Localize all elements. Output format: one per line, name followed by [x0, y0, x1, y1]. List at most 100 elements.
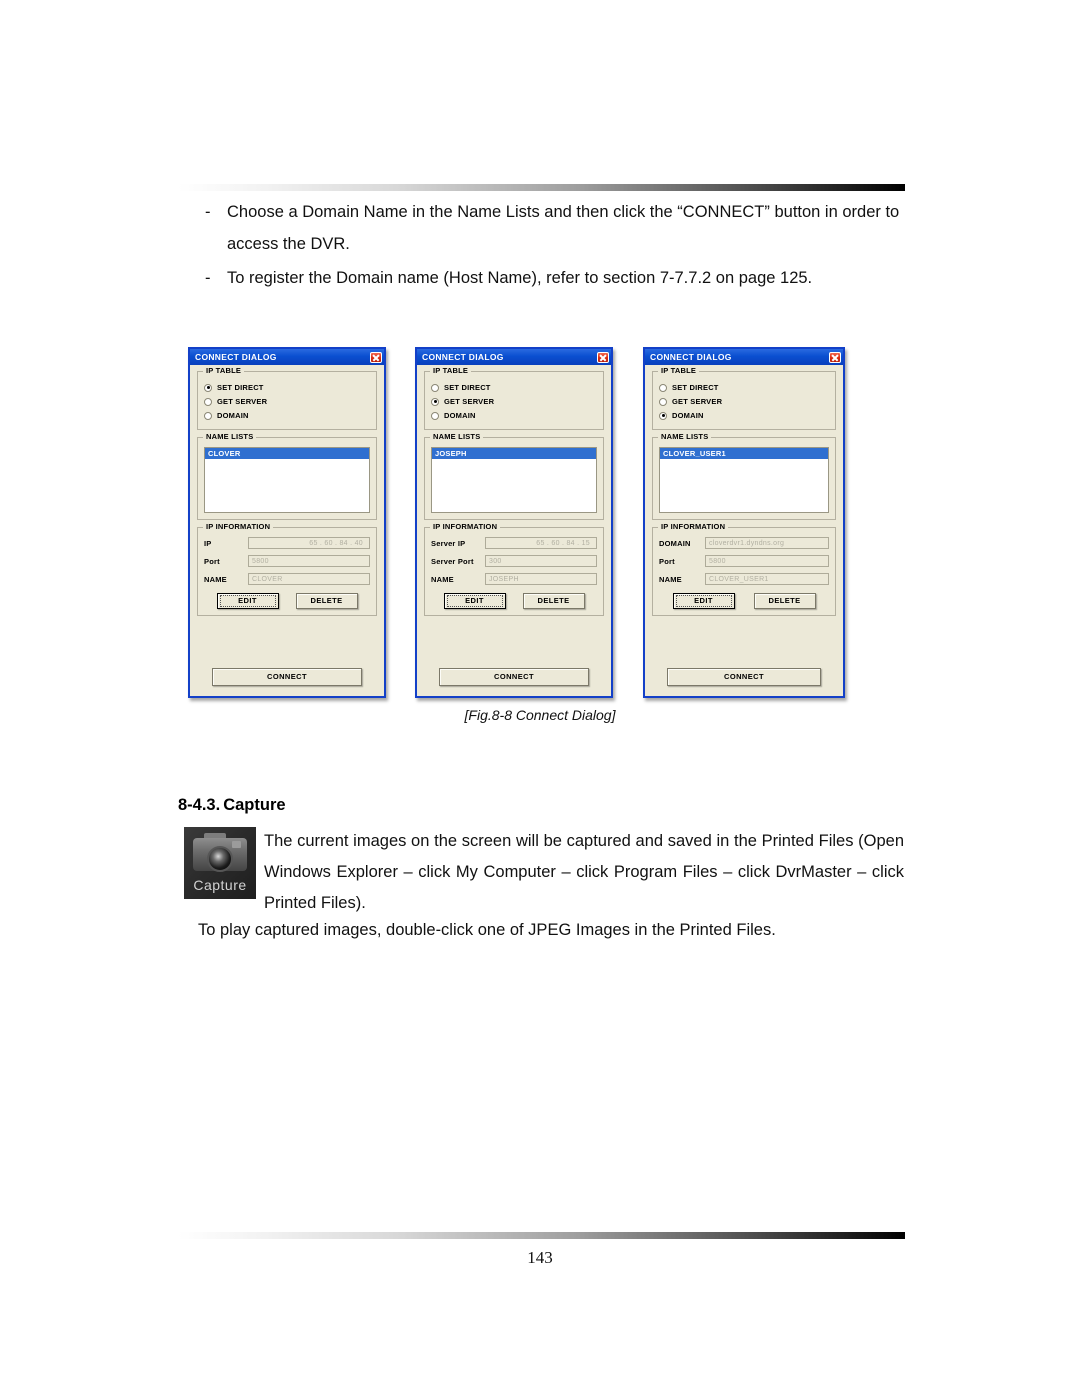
dialog-titlebar: CONNECT DIALOG: [645, 349, 843, 365]
figure-caption: [Fig.8-8 Connect Dialog]: [464, 707, 616, 723]
domain-input[interactable]: cloverdvr1.dyndns.org: [705, 537, 829, 549]
field-label: Server Port: [431, 556, 474, 566]
radio-icon[interactable]: [659, 383, 667, 392]
list-item[interactable]: JOSEPH: [432, 448, 596, 459]
list-item[interactable]: CLOVER_USER1: [660, 448, 828, 459]
radio-icon[interactable]: [204, 397, 212, 406]
radio-label: SET DIRECT: [217, 383, 264, 392]
dialog-body: IP TABLE SET DIRECT GET SERVER DOMAIN NA…: [417, 365, 611, 696]
delete-button[interactable]: DELETE: [522, 593, 585, 609]
radio-icon[interactable]: [431, 383, 439, 392]
section-number: 8-4.3.: [178, 796, 221, 814]
ip-table-group: IP TABLE SET DIRECT GET SERVER DOMAIN: [197, 366, 377, 430]
ip-information-legend: IP INFORMATION: [430, 522, 501, 531]
edit-button[interactable]: EDIT: [672, 593, 735, 609]
name-lists-listbox[interactable]: CLOVER_USER1: [659, 447, 829, 513]
close-icon[interactable]: [597, 351, 609, 363]
radio-label: DOMAIN: [672, 411, 704, 420]
name-input[interactable]: JOSEPH: [485, 573, 597, 585]
field-ip: IP 65 . 60 . 84 . 40: [204, 537, 370, 549]
radio-icon[interactable]: [659, 411, 667, 420]
edit-button[interactable]: EDIT: [216, 593, 279, 609]
radio-get-server[interactable]: GET SERVER: [204, 395, 370, 408]
delete-button[interactable]: DELETE: [753, 593, 816, 609]
dialog-body: IP TABLE SET DIRECT GET SERVER DOMAIN NA…: [190, 365, 384, 696]
name-lists-listbox[interactable]: JOSEPH: [431, 447, 597, 513]
radio-label: GET SERVER: [672, 397, 723, 406]
name-lists-listbox[interactable]: CLOVER: [204, 447, 370, 513]
bullet-marker: -: [205, 203, 211, 221]
field-port: Port 5800: [659, 555, 829, 567]
radio-domain[interactable]: DOMAIN: [431, 409, 597, 422]
capture-paragraph-2: To play captured images, double-click on…: [198, 921, 776, 939]
camera-flash-shape: [232, 841, 241, 848]
ip-information-group: IP INFORMATION IP 65 . 60 . 84 . 40 Port…: [197, 522, 377, 616]
dialog-title: CONNECT DIALOG: [650, 352, 732, 362]
server-port-input[interactable]: 300: [485, 555, 597, 567]
header-rule: [178, 184, 905, 191]
connect-dialog-domain: CONNECT DIALOG IP TABLE SET DIRECT GET S…: [643, 347, 845, 698]
edit-button[interactable]: EDIT: [443, 593, 506, 609]
connect-dialog-figure: CONNECT DIALOG IP TABLE SET DIRECT GET S…: [188, 347, 868, 700]
field-port: Port 5800: [204, 555, 370, 567]
ip-table-legend: IP TABLE: [203, 366, 245, 375]
radio-domain[interactable]: DOMAIN: [659, 409, 829, 422]
field-label: Server IP: [431, 538, 466, 548]
radio-icon[interactable]: [204, 411, 212, 420]
connect-button[interactable]: CONNECT: [212, 668, 362, 686]
radio-get-server[interactable]: GET SERVER: [659, 395, 829, 408]
camera-lens-shape: [207, 846, 233, 872]
page-number: 143: [527, 1248, 553, 1267]
capture-paragraph-1: The current images on the screen will be…: [264, 832, 904, 912]
bullet-text: To register the Domain name (Host Name),…: [227, 269, 813, 287]
radio-icon[interactable]: [659, 397, 667, 406]
delete-button[interactable]: DELETE: [295, 593, 358, 609]
field-label: Port: [659, 556, 675, 566]
name-input[interactable]: CLOVER: [248, 573, 370, 585]
ip-table-group: IP TABLE SET DIRECT GET SERVER DOMAIN: [424, 366, 604, 430]
name-lists-group: NAME LISTS CLOVER_USER1: [652, 432, 836, 520]
section-heading: 8-4.3. Capture: [178, 796, 286, 815]
ip-information-group: IP INFORMATION Server IP 65 . 60 . 84 . …: [424, 522, 604, 616]
radio-domain[interactable]: DOMAIN: [204, 409, 370, 422]
field-label: NAME: [204, 574, 227, 584]
field-name: NAME CLOVER: [204, 573, 370, 585]
field-label: NAME: [659, 574, 682, 584]
radio-set-direct[interactable]: SET DIRECT: [431, 381, 597, 394]
server-ip-input[interactable]: 65 . 60 . 84 . 15: [485, 537, 597, 549]
connect-button[interactable]: CONNECT: [667, 668, 821, 686]
bullet-marker: -: [205, 269, 211, 287]
close-icon[interactable]: [370, 351, 382, 363]
radio-icon[interactable]: [431, 411, 439, 420]
field-label: Port: [204, 556, 220, 566]
connect-dialog-set-direct: CONNECT DIALOG IP TABLE SET DIRECT GET S…: [188, 347, 386, 698]
connect-button[interactable]: CONNECT: [439, 668, 589, 686]
name-lists-legend: NAME LISTS: [658, 432, 712, 441]
ip-information-legend: IP INFORMATION: [658, 522, 729, 531]
radio-icon[interactable]: [204, 383, 212, 392]
ip-table-group: IP TABLE SET DIRECT GET SERVER DOMAIN: [652, 366, 836, 430]
radio-icon[interactable]: [431, 397, 439, 406]
field-domain: DOMAIN cloverdvr1.dyndns.org: [659, 537, 829, 549]
name-lists-group: NAME LISTS JOSEPH: [424, 432, 604, 520]
port-input[interactable]: 5800: [248, 555, 370, 567]
radio-set-direct[interactable]: SET DIRECT: [659, 381, 829, 394]
ip-input[interactable]: 65 . 60 . 84 . 40: [248, 537, 370, 549]
radio-set-direct[interactable]: SET DIRECT: [204, 381, 370, 394]
radio-label: GET SERVER: [217, 397, 268, 406]
close-icon[interactable]: [829, 351, 841, 363]
name-input[interactable]: CLOVER_USER1: [705, 573, 829, 585]
radio-get-server[interactable]: GET SERVER: [431, 395, 597, 408]
field-name: NAME CLOVER_USER1: [659, 573, 829, 585]
intro-bullet-list: - Choose a Domain Name in the Name Lists…: [205, 196, 905, 296]
dialog-title: CONNECT DIALOG: [195, 352, 277, 362]
port-input[interactable]: 5800: [705, 555, 829, 567]
radio-label: DOMAIN: [217, 411, 249, 420]
capture-icon-label: Capture: [193, 877, 247, 893]
edit-delete-button-row: EDIT DELETE: [204, 593, 370, 609]
name-lists-legend: NAME LISTS: [430, 432, 484, 441]
ip-information-group: IP INFORMATION DOMAIN cloverdvr1.dyndns.…: [652, 522, 836, 616]
document-page: - Choose a Domain Name in the Name Lists…: [0, 0, 1080, 1397]
field-server-ip: Server IP 65 . 60 . 84 . 15: [431, 537, 597, 549]
list-item[interactable]: CLOVER: [205, 448, 369, 459]
